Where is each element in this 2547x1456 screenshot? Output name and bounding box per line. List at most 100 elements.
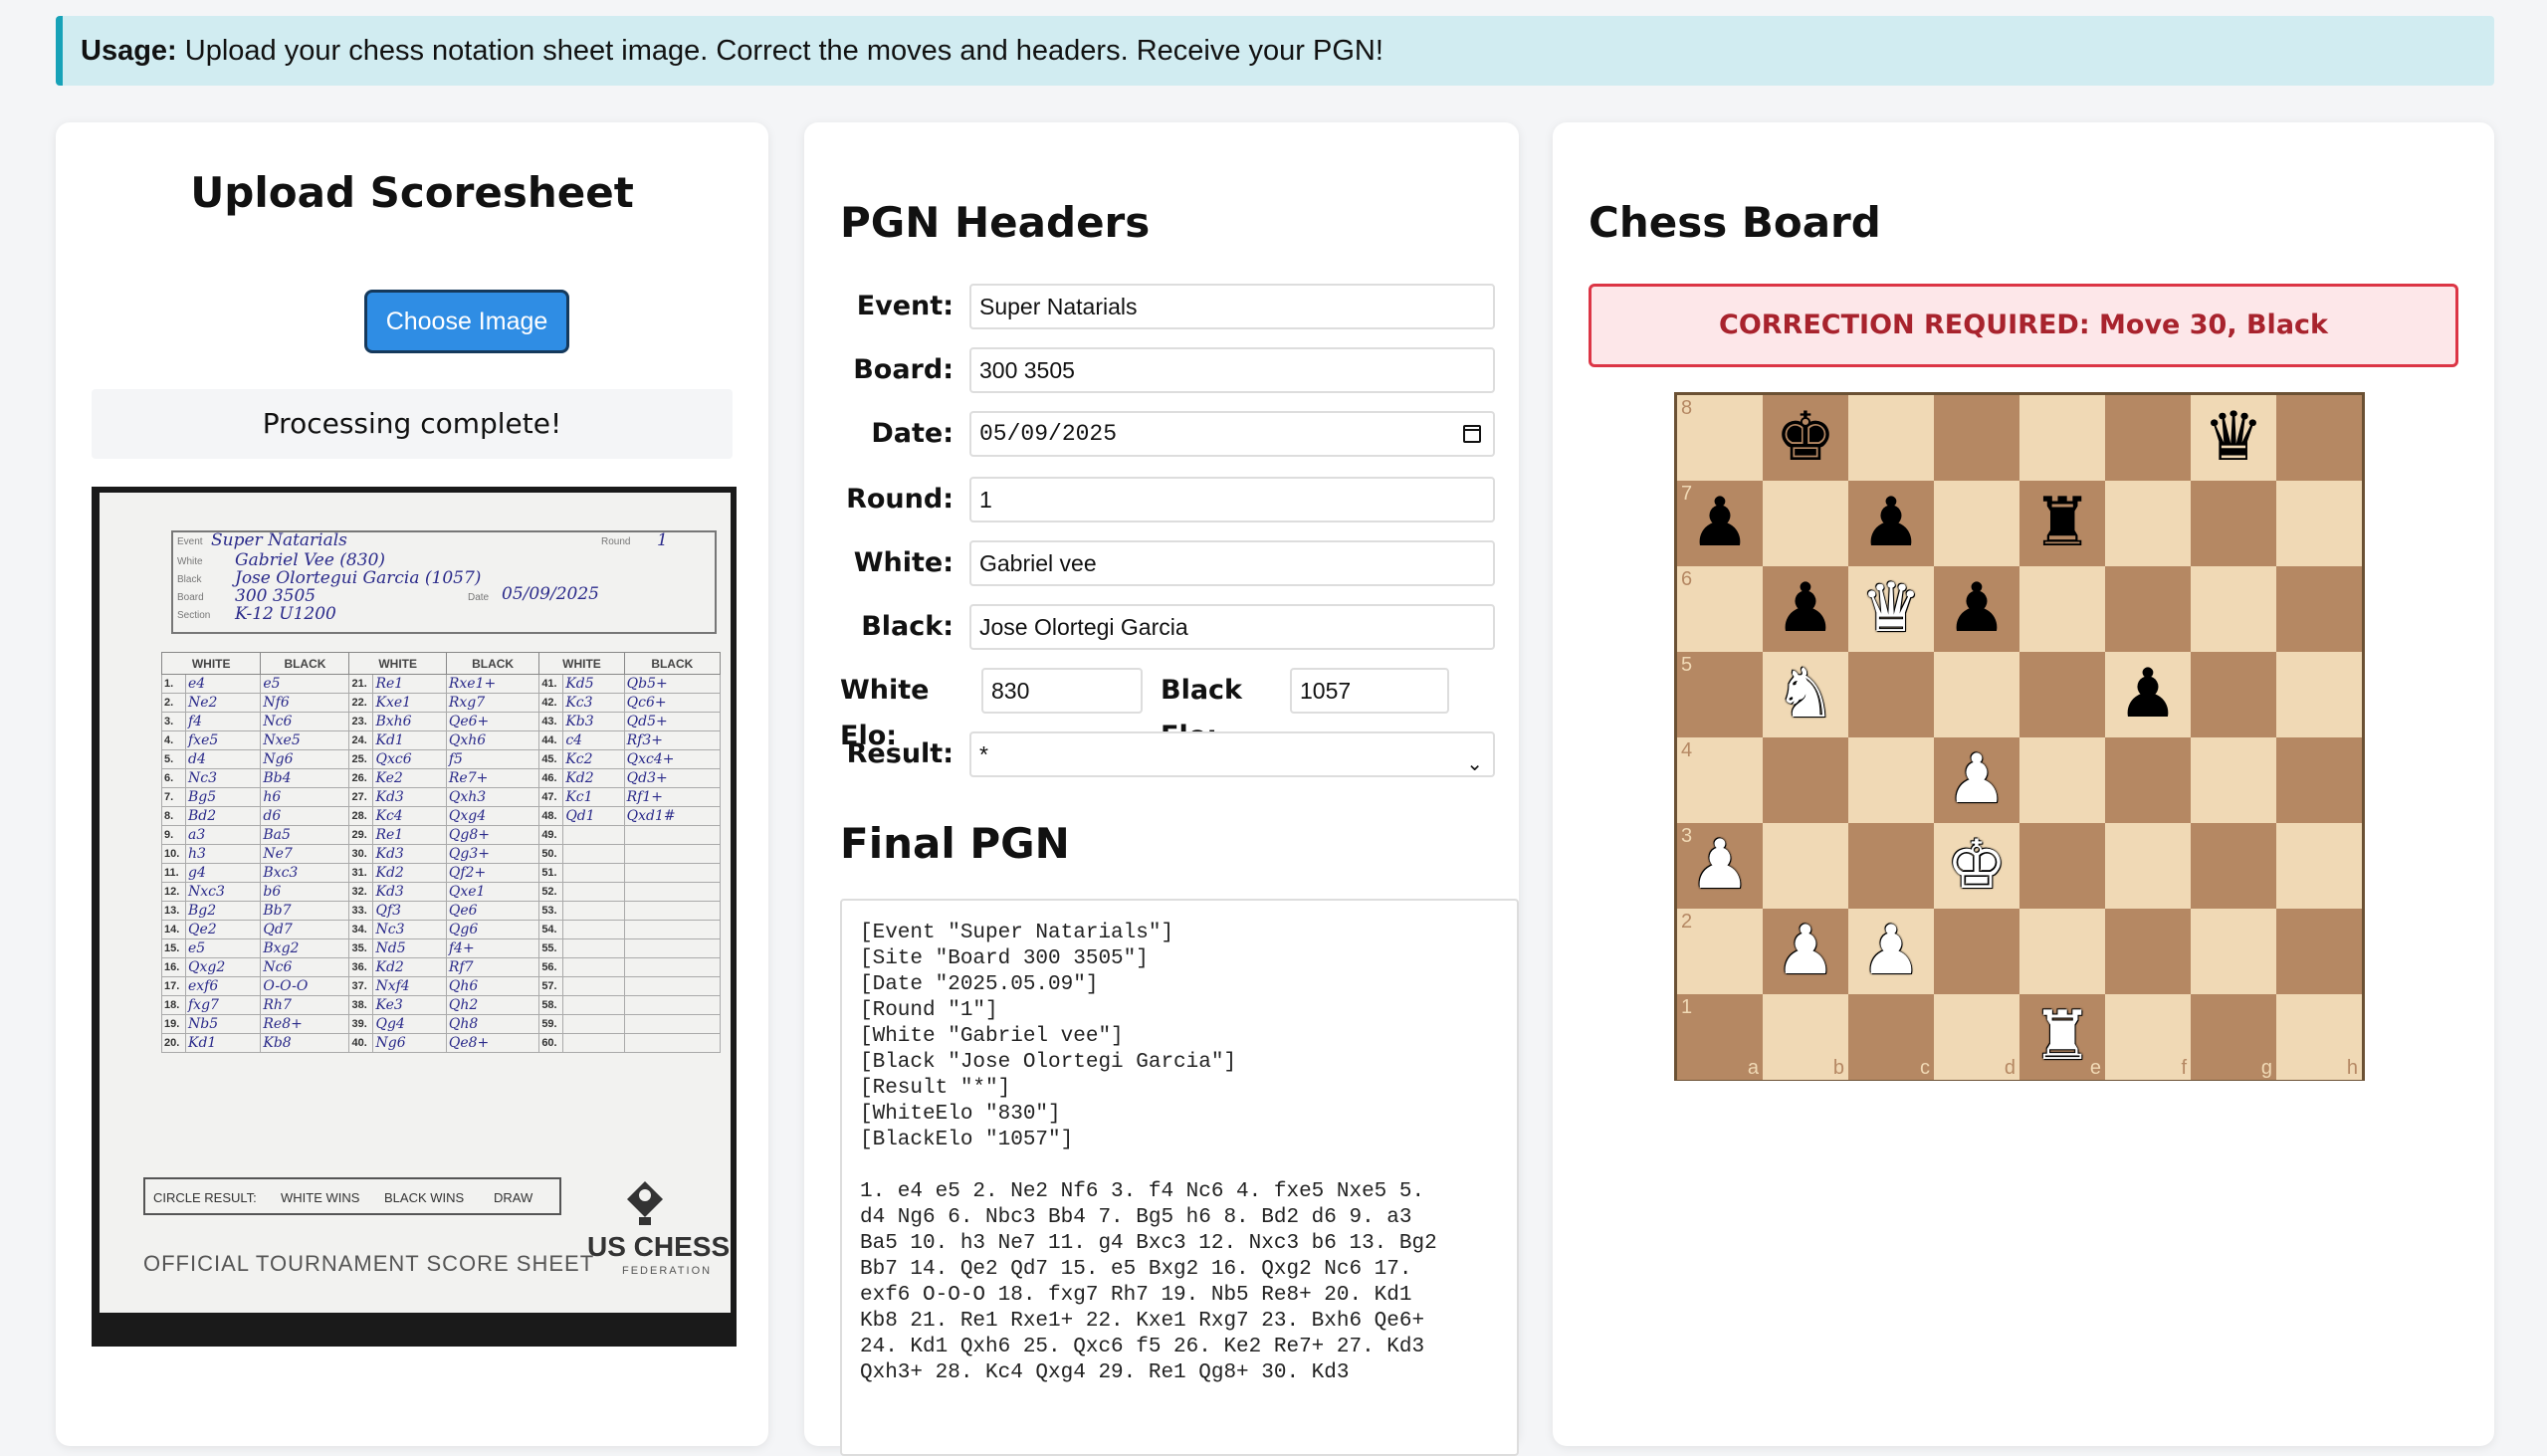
square-c2[interactable]: ♟	[1848, 909, 1934, 994]
move-cell: f5	[445, 749, 540, 769]
square-c5[interactable]	[1848, 652, 1934, 737]
square-d1[interactable]: d	[1934, 994, 2019, 1080]
square-c1[interactable]: c	[1848, 994, 1934, 1080]
square-f2[interactable]	[2105, 909, 2191, 994]
chess-board[interactable]: 8 ♚ ♛ 7 ♟ ♟ ♜ 6 ♟ ♛ ♟ 5 ♞ ♟ 4 ♟ 3 ♟ ♚ 2 ♟ ♟ 1 a b c d e ♜ f g h	[1674, 392, 2365, 1081]
square-f5[interactable]: ♟	[2105, 652, 2191, 737]
move-cell: Qe6	[445, 901, 540, 921]
white-knight-icon[interactable]: ♞	[1763, 652, 1848, 737]
date-input[interactable]: 05/09/2025	[969, 411, 1495, 457]
square-b5[interactable]: ♞	[1763, 652, 1848, 737]
black-input[interactable]: Jose Olortegi Garcia	[969, 604, 1495, 650]
square-h3[interactable]	[2276, 823, 2362, 909]
square-f8[interactable]	[2105, 395, 2191, 481]
square-g4[interactable]	[2191, 737, 2276, 823]
event-input[interactable]: Super Natarials	[969, 284, 1495, 329]
square-d7[interactable]	[1934, 481, 2019, 566]
square-b7[interactable]	[1763, 481, 1848, 566]
square-a8[interactable]: 8	[1677, 395, 1763, 481]
square-e7[interactable]: ♜	[2019, 481, 2105, 566]
square-b8[interactable]: ♚	[1763, 395, 1848, 481]
move-number: 52.	[538, 882, 564, 902]
square-h1[interactable]: h	[2276, 994, 2362, 1080]
square-h2[interactable]	[2276, 909, 2362, 994]
square-d5[interactable]	[1934, 652, 2019, 737]
black-queen-icon[interactable]: ♛	[2191, 395, 2276, 481]
square-d2[interactable]	[1934, 909, 2019, 994]
square-g8[interactable]: ♛	[2191, 395, 2276, 481]
square-a7[interactable]: 7 ♟	[1677, 481, 1763, 566]
square-c3[interactable]	[1848, 823, 1934, 909]
black-pawn-icon[interactable]: ♟	[2105, 652, 2191, 737]
square-d6[interactable]: ♟	[1934, 566, 2019, 652]
black-elo-input[interactable]: 1057	[1290, 668, 1449, 714]
white-input[interactable]: Gabriel vee	[969, 540, 1495, 586]
white-rook-icon[interactable]: ♜	[2019, 994, 2105, 1080]
move-number: 10.	[161, 844, 186, 864]
round-input[interactable]: 1	[969, 477, 1495, 522]
square-e1[interactable]: e ♜	[2019, 994, 2105, 1080]
square-c8[interactable]	[1848, 395, 1934, 481]
square-a3[interactable]: 3 ♟	[1677, 823, 1763, 909]
round-label: Round:	[846, 484, 954, 515]
square-a2[interactable]: 2	[1677, 909, 1763, 994]
square-a4[interactable]: 4	[1677, 737, 1763, 823]
square-h5[interactable]	[2276, 652, 2362, 737]
square-g7[interactable]	[2191, 481, 2276, 566]
white-pawn-icon[interactable]: ♟	[1763, 909, 1848, 994]
square-e2[interactable]	[2019, 909, 2105, 994]
black-pawn-icon[interactable]: ♟	[1677, 481, 1763, 566]
square-b3[interactable]	[1763, 823, 1848, 909]
black-pawn-icon[interactable]: ♟	[1763, 566, 1848, 652]
square-h6[interactable]	[2276, 566, 2362, 652]
final-pgn-textarea[interactable]: [Event "Super Natarials"] [Site "Board 3…	[840, 899, 1519, 1456]
square-g5[interactable]	[2191, 652, 2276, 737]
square-d8[interactable]	[1934, 395, 2019, 481]
move-number: 4.	[161, 730, 186, 750]
board-input[interactable]: 300 3505	[969, 347, 1495, 393]
square-c4[interactable]	[1848, 737, 1934, 823]
square-f6[interactable]	[2105, 566, 2191, 652]
square-c6[interactable]: ♛	[1848, 566, 1934, 652]
square-a5[interactable]: 5	[1677, 652, 1763, 737]
square-d3[interactable]: ♚	[1934, 823, 2019, 909]
black-pawn-icon[interactable]: ♟	[1934, 566, 2019, 652]
square-e6[interactable]	[2019, 566, 2105, 652]
square-f7[interactable]	[2105, 481, 2191, 566]
square-g3[interactable]	[2191, 823, 2276, 909]
square-f4[interactable]	[2105, 737, 2191, 823]
square-a6[interactable]: 6	[1677, 566, 1763, 652]
square-b4[interactable]	[1763, 737, 1848, 823]
black-king-icon[interactable]: ♚	[1763, 395, 1848, 481]
white-queen-icon[interactable]: ♛	[1848, 566, 1934, 652]
square-e3[interactable]	[2019, 823, 2105, 909]
white-pawn-icon[interactable]: ♟	[1934, 737, 2019, 823]
square-f3[interactable]	[2105, 823, 2191, 909]
black-pawn-icon[interactable]: ♟	[1848, 481, 1934, 566]
square-b6[interactable]: ♟	[1763, 566, 1848, 652]
square-f1[interactable]: f	[2105, 994, 2191, 1080]
square-g2[interactable]	[2191, 909, 2276, 994]
square-c7[interactable]: ♟	[1848, 481, 1934, 566]
square-e5[interactable]	[2019, 652, 2105, 737]
move-cell: Ba5	[260, 825, 350, 845]
calendar-icon[interactable]	[1463, 425, 1481, 443]
white-pawn-icon[interactable]: ♟	[1848, 909, 1934, 994]
choose-image-button[interactable]: Choose Image	[364, 290, 569, 353]
result-select[interactable]: * ⌄	[969, 731, 1495, 777]
white-elo-input[interactable]: 830	[981, 668, 1143, 714]
square-e8[interactable]	[2019, 395, 2105, 481]
square-b2[interactable]: ♟	[1763, 909, 1848, 994]
square-h8[interactable]	[2276, 395, 2362, 481]
square-h7[interactable]	[2276, 481, 2362, 566]
square-g1[interactable]: g	[2191, 994, 2276, 1080]
square-g6[interactable]	[2191, 566, 2276, 652]
square-b1[interactable]: b	[1763, 994, 1848, 1080]
square-h4[interactable]	[2276, 737, 2362, 823]
white-pawn-icon[interactable]: ♟	[1677, 823, 1763, 909]
square-d4[interactable]: ♟	[1934, 737, 2019, 823]
square-a1[interactable]: 1a	[1677, 994, 1763, 1080]
white-king-icon[interactable]: ♚	[1934, 823, 2019, 909]
black-rook-icon[interactable]: ♜	[2019, 481, 2105, 566]
square-e4[interactable]	[2019, 737, 2105, 823]
